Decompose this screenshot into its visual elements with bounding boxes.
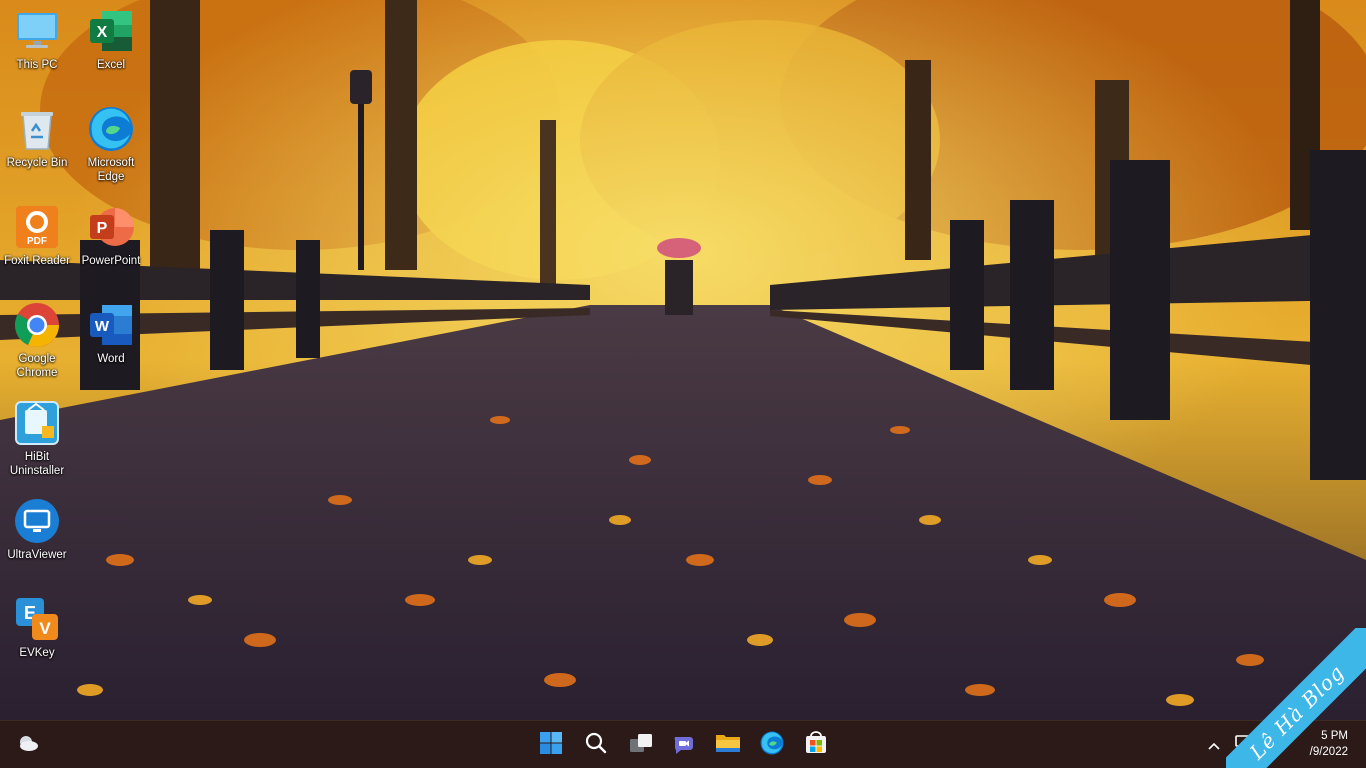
chevron-up-icon: [1207, 736, 1221, 755]
microsoft-store-button[interactable]: [800, 729, 832, 761]
taskbar: 5 PM /9/2022: [0, 720, 1366, 768]
chrome-icon: [14, 302, 60, 348]
clock-time: 5 PM: [1321, 730, 1348, 742]
desktop-icon-recycle-bin[interactable]: Recycle Bin: [0, 106, 74, 170]
desktop-icon-label: Google Chrome: [16, 353, 58, 379]
foxit-reader-icon: PDF: [14, 204, 60, 250]
desktop-icon-excel[interactable]: X Excel: [74, 8, 148, 72]
desktop-icon-label: Word: [97, 353, 125, 365]
clock-date: /9/2022: [1309, 746, 1348, 758]
recycle-bin-icon: [14, 106, 60, 152]
file-explorer-button[interactable]: [712, 729, 744, 761]
evkey-icon: EV: [14, 596, 60, 642]
windows-start-icon: [539, 731, 563, 759]
svg-text:PDF: PDF: [27, 236, 47, 247]
desktop-icon-label: Recycle Bin: [6, 157, 68, 169]
task-view-icon: [628, 732, 654, 758]
desktop-icon-google-chrome[interactable]: Google Chrome: [0, 302, 74, 380]
desktop-icon-label: Microsoft Edge: [87, 157, 135, 183]
desktop-wallpaper: [0, 0, 1366, 720]
search-icon: [584, 731, 608, 759]
desktop-icon-label: This PC: [16, 59, 58, 71]
desktop-icon-word[interactable]: W Word: [74, 302, 148, 366]
show-hidden-icons-button[interactable]: [1200, 729, 1228, 761]
svg-text:W: W: [95, 318, 110, 335]
svg-text:V: V: [39, 619, 51, 638]
desktop-icon-evkey[interactable]: EV EVKey: [0, 596, 74, 660]
weather-widget-button[interactable]: [12, 729, 44, 761]
desktop-icon-microsoft-edge[interactable]: Microsoft Edge: [74, 106, 148, 184]
svg-text:X: X: [97, 24, 108, 41]
desktop-icon-this-pc[interactable]: This PC: [0, 8, 74, 72]
desktop-icon-foxit-reader[interactable]: PDF Foxit Reader: [0, 204, 74, 268]
desktop-icon-label: Foxit Reader: [4, 255, 70, 267]
this-pc-icon: [14, 8, 60, 54]
teams-chat-icon: [672, 731, 696, 759]
start-button[interactable]: [535, 729, 567, 761]
desktop-icon-label: Excel: [96, 59, 126, 71]
word-icon: W: [88, 302, 134, 348]
ultraviewer-icon: [14, 498, 60, 544]
microsoft-store-icon: [804, 731, 828, 759]
weather-icon: [16, 733, 40, 757]
desktop-icon-label: PowerPoint: [81, 255, 141, 267]
desktop-icon-label: EVKey: [19, 647, 55, 659]
network-button[interactable]: [1230, 729, 1258, 761]
edge-taskbar-button[interactable]: [756, 729, 788, 761]
powerpoint-icon: P: [88, 204, 134, 250]
desktop-icon-powerpoint[interactable]: P PowerPoint: [74, 204, 148, 268]
file-explorer-icon: [715, 732, 741, 758]
network-monitor-icon: [1234, 734, 1254, 756]
edge-icon: [88, 106, 134, 152]
excel-icon: X: [88, 8, 134, 54]
desktop-icon-ultraviewer[interactable]: UltraViewer: [0, 498, 74, 562]
search-button[interactable]: [580, 729, 612, 761]
clock-button[interactable]: 5 PM /9/2022: [1310, 728, 1348, 760]
svg-text:P: P: [97, 220, 108, 237]
teams-chat-button[interactable]: [668, 729, 700, 761]
hibit-uninstaller-icon: [14, 400, 60, 446]
edge-icon: [760, 731, 784, 759]
task-view-button[interactable]: [625, 729, 657, 761]
desktop-icon-label: HiBit Uninstaller: [9, 451, 65, 477]
desktop-icon-hibit-uninstaller[interactable]: HiBit Uninstaller: [0, 400, 74, 478]
desktop-icon-label: UltraViewer: [7, 549, 67, 561]
